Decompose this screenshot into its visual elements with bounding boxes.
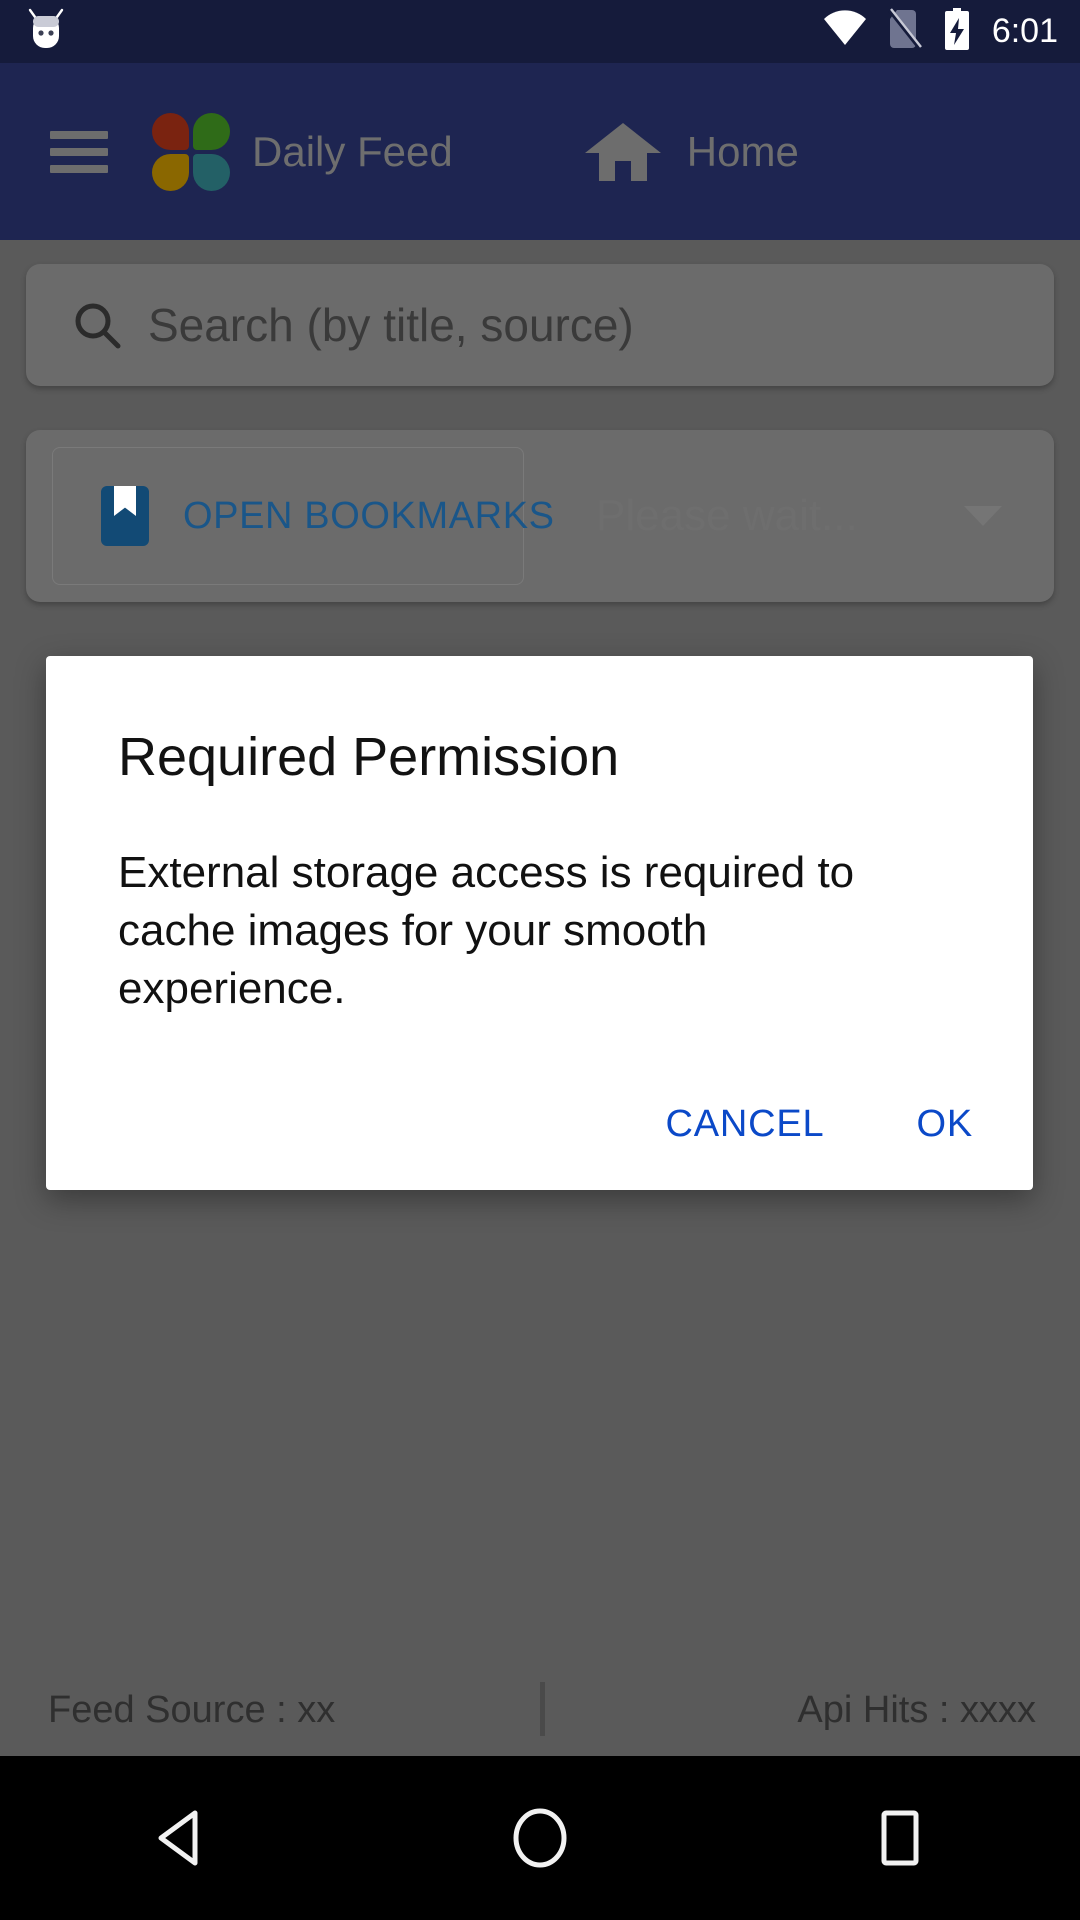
battery-charging-icon	[942, 7, 972, 56]
search-icon	[72, 300, 122, 350]
cancel-button[interactable]: CANCEL	[648, 1093, 843, 1156]
app-title: Daily Feed	[252, 127, 453, 175]
dialog-message: External storage access is required to c…	[118, 848, 855, 1013]
home-label: Home	[686, 127, 799, 175]
hamburger-line	[50, 130, 108, 139]
feed-source-spinner-value: Please wait...	[596, 491, 858, 540]
hamburger-line	[50, 164, 108, 173]
search-bar[interactable]: Search (by title, source)	[26, 264, 1054, 386]
logo-petal-bottom-left	[152, 153, 189, 191]
permission-dialog: Required Permission External storage acc…	[46, 656, 1033, 1190]
status-bar-left	[26, 8, 66, 55]
status-footer: Feed Source : xx Api Hits : xxxx	[0, 1664, 1080, 1756]
four-petal-logo-icon	[152, 112, 230, 191]
hamburger-menu-icon[interactable]	[50, 130, 108, 173]
open-bookmarks-label: OPEN BOOKMARKS	[183, 494, 555, 537]
open-bookmarks-button[interactable]: OPEN BOOKMARKS	[52, 447, 554, 585]
no-sim-icon	[887, 8, 922, 55]
status-bar: 6:01	[0, 0, 1080, 63]
dialog-title: Required Permission	[118, 727, 620, 787]
bookmarks-card: OPEN BOOKMARKS Please wait...	[26, 430, 1054, 602]
phone-screen: 6:01 Daily Feed Home Search (by title, s…	[0, 0, 1080, 1920]
search-input[interactable]: Search (by title, source)	[148, 298, 634, 352]
feed-source-spinner[interactable]: Please wait...	[524, 491, 1028, 541]
logo-petal-top-left	[152, 112, 189, 150]
feed-source-status: Feed Source : xx	[48, 1688, 336, 1731]
hamburger-line	[50, 147, 108, 156]
ok-button[interactable]: OK	[898, 1093, 991, 1156]
app-bar: Daily Feed Home	[0, 63, 1080, 240]
footer-divider	[540, 1682, 545, 1736]
status-bar-right: 6:01	[822, 7, 1058, 56]
wifi-icon	[822, 10, 868, 53]
android-head-icon	[26, 8, 66, 55]
bookmark-icon	[101, 486, 149, 546]
home-icon	[583, 121, 663, 183]
dialog-actions: CANCEL OK	[648, 1093, 991, 1156]
logo-petal-bottom-right	[193, 153, 230, 191]
api-hits-status: Api Hits : xxxx	[797, 1688, 1036, 1731]
system-navigation-bar	[0, 1756, 1080, 1920]
app-brand: Daily Feed	[152, 112, 453, 191]
home-circle-icon[interactable]	[470, 1768, 610, 1908]
status-bar-clock: 6:01	[991, 12, 1058, 50]
logo-petal-top-right	[193, 112, 230, 150]
back-triangle-icon[interactable]	[110, 1768, 250, 1908]
home-nav-item[interactable]: Home	[583, 121, 799, 183]
chevron-down-icon	[964, 506, 1002, 526]
recents-square-icon[interactable]	[830, 1768, 970, 1908]
